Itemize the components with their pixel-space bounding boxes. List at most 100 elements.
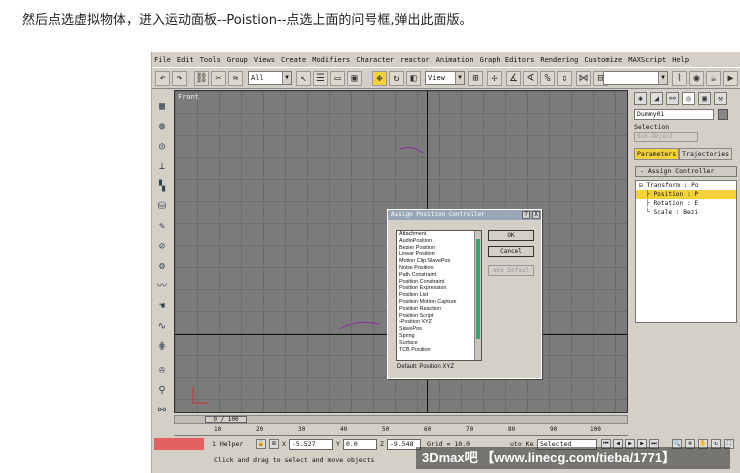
named-selection-dropdown[interactable]: ▼ (603, 71, 668, 85)
select-icon[interactable]: ↖ (296, 71, 311, 86)
front-viewport[interactable]: Front Assign Position Controller ? X Att… (174, 90, 628, 413)
menu-modifiers[interactable]: Modifiers (312, 54, 350, 66)
list-item[interactable]: Bezier Position (397, 245, 481, 252)
redo-icon[interactable]: ↷ (172, 71, 187, 86)
select-scale-icon[interactable]: ◧ (406, 71, 421, 86)
pencil-icon[interactable]: ✎ (155, 220, 169, 234)
tree-item-transform[interactable]: ⊟ Transform : Po (636, 181, 736, 190)
utilities-tab-icon[interactable]: ⚒ (714, 92, 727, 105)
list-item[interactable]: ›Position XYZ (397, 319, 481, 326)
list-item[interactable]: Path Constraint (397, 272, 481, 279)
window-crossing-icon[interactable]: ▣ (347, 71, 362, 86)
tab-trajectories[interactable]: Trajectories (679, 148, 733, 160)
bend-icon[interactable]: ⊥ (155, 160, 169, 174)
menu-views[interactable]: Views (254, 54, 275, 66)
object-name-field[interactable]: Dummy01 (634, 109, 714, 120)
list-item[interactable]: AudioPosition (397, 238, 481, 245)
list-item[interactable]: Position List (397, 292, 481, 299)
create-tab-icon[interactable]: ✱ (634, 92, 647, 105)
pivot-icon[interactable]: ⊞ (468, 71, 483, 86)
link-chain-icon[interactable]: ⚯ (155, 404, 169, 418)
percent-snap-icon[interactable]: % (540, 71, 555, 86)
sub-object-dropdown[interactable]: Sub-Object (634, 132, 698, 142)
render-icon[interactable]: ☕ (706, 71, 721, 86)
undo-icon[interactable]: ↶ (155, 71, 170, 86)
mirror-icon[interactable]: ⋈ (576, 71, 591, 86)
snap-icon[interactable]: ∡ (506, 71, 521, 86)
angle-snap-icon[interactable]: ∢ (523, 71, 538, 86)
list-scrollbar[interactable] (474, 231, 481, 360)
menu-animation[interactable]: Animation (436, 54, 474, 66)
rect-select-icon[interactable]: ▭ (330, 71, 345, 86)
tree-item-scale[interactable]: └ Scale : Bezi (636, 208, 736, 217)
lock-icon[interactable]: 🔒 (256, 439, 266, 449)
unlink-icon[interactable]: ✂ (211, 71, 226, 86)
y-coord-field[interactable]: 0.0 (343, 439, 377, 450)
spring-icon[interactable]: ∿ (155, 320, 169, 334)
lattice-icon[interactable]: ⋕ (155, 340, 169, 354)
list-item[interactable]: TCB Position (397, 347, 481, 354)
maxscript-listener[interactable] (154, 438, 204, 450)
controller-list[interactable]: Attachment AudioPosition Bezier Position… (396, 230, 482, 361)
menu-rendering[interactable]: Rendering (540, 54, 578, 66)
manipulate-icon[interactable]: ✢ (487, 71, 502, 86)
tube-icon[interactable]: ⊘ (155, 240, 169, 254)
menu-help[interactable]: Help (672, 54, 689, 66)
list-item[interactable]: Linear Position (397, 251, 481, 258)
globe-icon[interactable]: ◎ (155, 140, 169, 154)
time-slider[interactable]: 0 / 100 (174, 415, 628, 424)
create-box-icon[interactable]: ▦ (155, 100, 169, 114)
material-editor-icon[interactable]: ◉ (689, 71, 704, 86)
list-item[interactable]: Position Reaction (397, 306, 481, 313)
selection-filter-dropdown[interactable]: All ▼ (248, 71, 292, 85)
tree-item-position[interactable]: ├ Position : P (636, 190, 736, 199)
gear-icon[interactable]: ⚙ (155, 260, 169, 274)
menu-group[interactable]: Group (227, 54, 248, 66)
close-icon[interactable]: X (532, 211, 540, 219)
hierarchy-tab-icon[interactable]: ⚯ (666, 92, 679, 105)
list-item[interactable]: Position Script (397, 313, 481, 320)
display-tab-icon[interactable]: ▣ (698, 92, 711, 105)
quick-render-icon[interactable]: ▶ (723, 71, 738, 86)
sphere-icon[interactable]: ◍ (155, 120, 169, 134)
spinner-snap-icon[interactable]: ⇕ (557, 71, 572, 86)
x-coord-field[interactable]: -5.527 (289, 439, 333, 450)
bone-icon[interactable]: ⚲ (155, 384, 169, 398)
menu-customize[interactable]: Customize (584, 54, 622, 66)
assign-controller-rollout[interactable]: - Assign Controller (635, 166, 737, 177)
modify-tab-icon[interactable]: ◢ (650, 92, 663, 105)
select-by-name-icon[interactable]: ☰ (313, 71, 328, 86)
list-item[interactable]: Spring (397, 333, 481, 340)
track-bar[interactable]: 10 20 30 40 50 60 70 80 90 100 (174, 425, 628, 436)
hand-icon[interactable]: ☚ (155, 300, 169, 314)
help-icon[interactable]: ? (522, 211, 530, 219)
make-default-button[interactable]: ake Defaul (488, 265, 534, 276)
list-item[interactable]: Position Expression (397, 285, 481, 292)
cylinder-icon[interactable]: ⛁ (155, 200, 169, 214)
ok-button[interactable]: OK (488, 230, 534, 241)
menu-file[interactable]: File (154, 54, 171, 66)
camera-icon[interactable]: ✇ (155, 364, 169, 378)
list-item[interactable]: Surface (397, 340, 481, 347)
menu-reactor[interactable]: reactor (400, 54, 430, 66)
list-item[interactable]: Position Motion Capture (397, 299, 481, 306)
select-rotate-icon[interactable]: ↻ (389, 71, 404, 86)
list-item[interactable]: Noise Position (397, 265, 481, 272)
curve-editor-icon[interactable]: ⌇ (672, 71, 687, 86)
cancel-button[interactable]: Cancel (488, 246, 534, 257)
controller-tree[interactable]: ⊟ Transform : Po ├ Position : P ├ Rotati… (635, 180, 737, 323)
menu-maxscript[interactable]: MAXScript (628, 54, 666, 66)
menu-tools[interactable]: Tools (200, 54, 221, 66)
list-item[interactable]: Attachment (397, 231, 481, 238)
object-color-swatch[interactable] (718, 109, 728, 120)
menu-graph-editors[interactable]: Graph Editors (480, 54, 535, 66)
select-move-icon[interactable]: ✥ (372, 71, 387, 86)
wave-icon[interactable]: 〰 (155, 280, 169, 294)
tree-item-rotation[interactable]: ├ Rotation : E (636, 199, 736, 208)
absolute-mode-icon[interactable]: ⊞ (269, 439, 279, 449)
checker-icon[interactable]: ▚ (155, 180, 169, 194)
ref-coord-dropdown[interactable]: View ▼ (425, 71, 465, 85)
menu-create[interactable]: Create (281, 54, 306, 66)
motion-tab-icon[interactable]: ◎ (682, 92, 695, 105)
scrollbar-thumb[interactable] (476, 239, 480, 339)
